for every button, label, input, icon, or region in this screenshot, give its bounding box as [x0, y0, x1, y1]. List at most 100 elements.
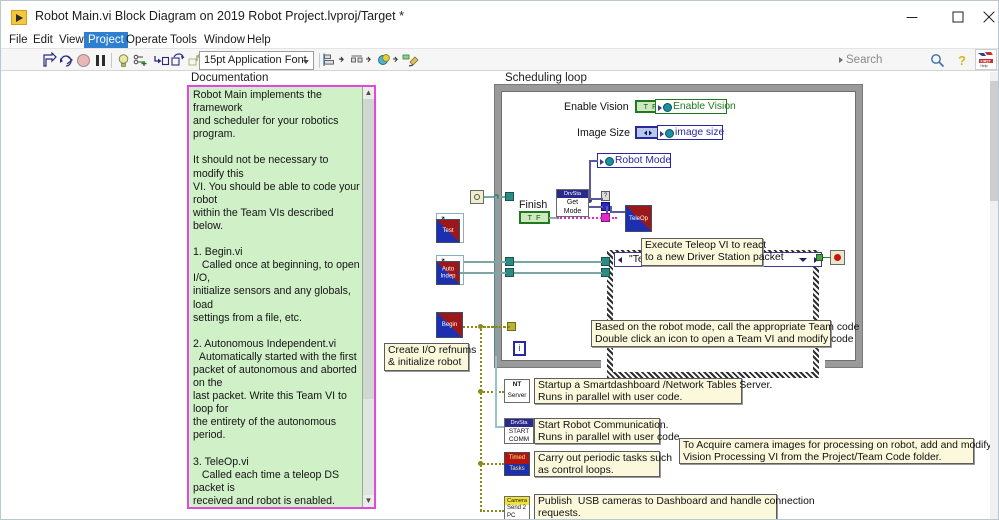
- menu-bar: File Edit View Project Operate Tools Win…: [1, 31, 999, 48]
- scrollbar-thumb[interactable]: [363, 99, 374, 399]
- comment-camera: Publish USB cameras to Dashboard and han…: [534, 494, 777, 520]
- canvas-scrollbar-thumb[interactable]: [990, 81, 998, 201]
- stop-terminal-icon[interactable]: [830, 250, 845, 265]
- menu-view[interactable]: View: [55, 32, 88, 48]
- minimize-button[interactable]: [889, 1, 935, 33]
- align-objects-icon[interactable]: [323, 52, 345, 69]
- image-size-global[interactable]: image size: [657, 125, 723, 140]
- wire-getmode-to-case: [589, 198, 603, 200]
- question-mark-help-icon[interactable]: ?: [954, 53, 969, 73]
- global-node-icon-2: [665, 129, 674, 138]
- global-node-icon-3: [605, 157, 614, 166]
- svg-text:?: ?: [958, 53, 966, 68]
- scheduling-loop-label: Scheduling loop: [505, 72, 587, 84]
- wire-left-vertical: [495, 196, 497, 356]
- get-mode-subvi-body: Get Mode: [557, 198, 588, 216]
- menu-tools[interactable]: Tools: [166, 32, 201, 48]
- documentation-panel[interactable]: Robot Main implements the framework and …: [187, 85, 376, 509]
- camera-icon-line2: PC: [507, 512, 515, 520]
- search-input[interactable]: Search: [846, 53, 931, 68]
- close-button[interactable]: [977, 1, 999, 33]
- step-into-icon[interactable]: [153, 52, 170, 69]
- nt-server-icon-bottom: Server: [506, 391, 528, 401]
- run-arrow-icon[interactable]: [41, 52, 58, 69]
- loop-tunnel-test: [505, 257, 514, 266]
- wire-test-through: [514, 261, 602, 263]
- reorder-icon[interactable]: [377, 52, 399, 69]
- nt-server-vi[interactable]: NT Server: [504, 379, 530, 403]
- distribute-objects-icon[interactable]: [350, 52, 372, 69]
- case-input-tunnel-auto: [601, 268, 610, 277]
- font-selector[interactable]: 15pt Application Font: [199, 51, 314, 70]
- toolbar-separator-2: [319, 53, 320, 68]
- wire-comm-vertical: [495, 356, 497, 427]
- svg-text:FIRST: FIRST: [981, 59, 992, 63]
- svg-text:Help: Help: [981, 64, 988, 68]
- image-size-global-label: image size: [675, 127, 724, 138]
- menu-help[interactable]: Help: [243, 32, 275, 48]
- wire-finish: [549, 217, 557, 219]
- finish-control[interactable]: T F: [519, 211, 550, 224]
- canvas-vertical-scrollbar[interactable]: [990, 72, 998, 520]
- begin-vi[interactable]: Begin: [436, 312, 463, 338]
- retain-wire-values-icon[interactable]: [132, 52, 149, 69]
- block-diagram-canvas[interactable]: Documentation Robot Main implements the …: [1, 72, 992, 520]
- menu-operate[interactable]: Operate: [122, 32, 172, 48]
- chevron-down-icon-case[interactable]: [799, 258, 807, 262]
- image-size-label: Image Size: [577, 127, 630, 139]
- menu-edit[interactable]: Edit: [29, 32, 57, 48]
- loop-tunnel-top: [505, 192, 514, 201]
- case-input-tunnel-test: [601, 257, 610, 266]
- step-over-icon[interactable]: [170, 52, 187, 69]
- wire-auto-to-loop: [460, 272, 506, 274]
- canvas-scroll-up-icon[interactable]: [990, 72, 998, 80]
- begin-vi-label: Begin: [437, 322, 462, 329]
- autonomous-independent-vi[interactable]: Auto Indep: [436, 261, 460, 285]
- global-arrow-icon: [658, 105, 662, 111]
- timed-tasks-vi[interactable]: Timed Tasks: [504, 452, 530, 476]
- loop-tunnel-auto: [505, 268, 514, 277]
- start-comm-subvi[interactable]: DrvSta START COMM: [504, 418, 534, 444]
- scroll-down-icon[interactable]: ▼: [363, 495, 374, 507]
- start-comm-header: DrvSta: [505, 419, 533, 427]
- menu-window[interactable]: Window: [200, 32, 249, 48]
- enable-vision-label: Enable Vision: [564, 101, 629, 113]
- timed-tasks-icon-top: Timed: [505, 453, 529, 463]
- get-mode-subvi[interactable]: DrvSta Get Mode: [556, 189, 589, 217]
- timed-tasks-icon-bottom: Tasks: [505, 464, 529, 474]
- robot-mode-global-label: Robot Mode: [615, 155, 671, 166]
- pause-icon[interactable]: [92, 52, 109, 69]
- robot-mode-global[interactable]: Robot Mode: [597, 153, 671, 168]
- wire-getmode-mode: [589, 206, 603, 208]
- scroll-up-icon[interactable]: ▲: [363, 87, 374, 99]
- get-mode-subvi-header: DrvSta: [557, 190, 588, 198]
- start-comm-body: START COMM: [505, 427, 533, 443]
- comment-create-io: Create I/O refnums & initialize robot: [384, 343, 469, 371]
- round-boolean-control[interactable]: [470, 190, 484, 204]
- magnifier-icon[interactable]: [930, 53, 945, 73]
- window-title: Robot Main.vi Block Diagram on 2019 Robo…: [35, 9, 404, 23]
- left-arrow-icon[interactable]: [618, 257, 622, 263]
- global-arrow-icon-2: [660, 131, 664, 137]
- labview-block-diagram-window: Robot Main.vi Block Diagram on 2019 Robo…: [0, 0, 999, 520]
- abort-stop-icon[interactable]: [75, 52, 92, 69]
- enable-vision-global[interactable]: Enable Vision: [655, 99, 727, 114]
- clean-up-diagram-icon[interactable]: [401, 52, 421, 69]
- run-continuously-icon[interactable]: [58, 52, 75, 69]
- search-dropdown-arrow-icon[interactable]: [839, 57, 843, 63]
- toolbar: 15pt Application Font Search ?: [1, 48, 999, 71]
- auto-indep-vi-label: Auto Indep: [437, 267, 459, 280]
- toolbar-separator: [111, 53, 112, 68]
- menu-file[interactable]: File: [5, 32, 32, 48]
- documentation-scrollbar[interactable]: ▲ ▼: [362, 87, 374, 507]
- lightbulb-icon[interactable]: [115, 52, 132, 69]
- stop-output-tunnel: [816, 254, 823, 261]
- camera-send-vi[interactable]: Camera Send 2 PC: [504, 496, 530, 520]
- teleop-vi[interactable]: TeleOp: [625, 205, 652, 232]
- canvas-scroll-down-icon[interactable]: [990, 513, 998, 520]
- test-vi[interactable]: Test: [436, 219, 460, 243]
- case-structure-inner: [613, 256, 813, 372]
- maximize-button[interactable]: [935, 1, 981, 33]
- wire-test-to-loop: [460, 261, 506, 263]
- font-selector-value: 15pt Application Font: [204, 54, 307, 66]
